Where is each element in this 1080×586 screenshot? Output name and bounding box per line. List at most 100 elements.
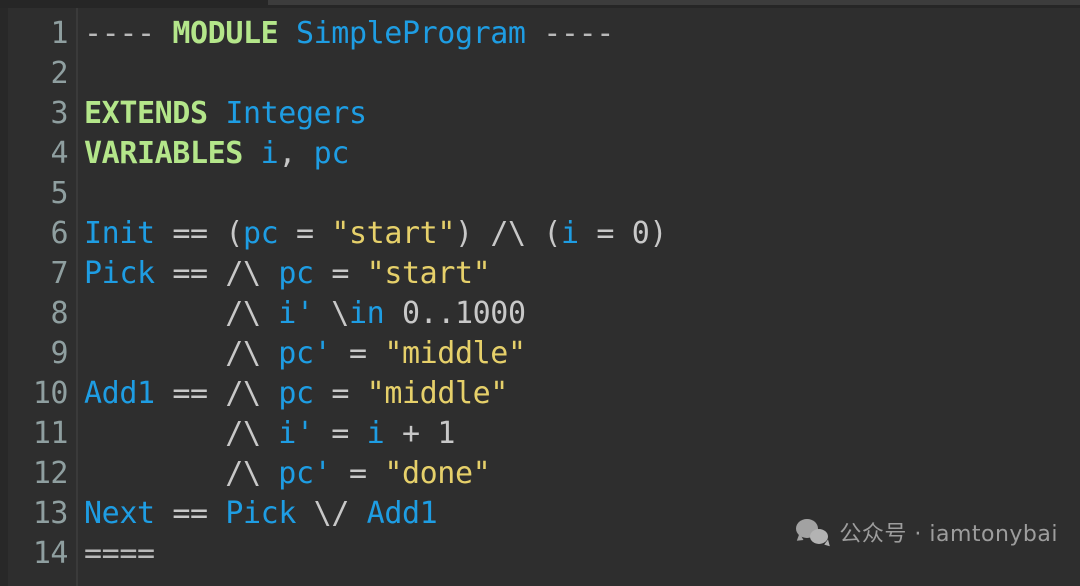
token-op: /\ bbox=[225, 376, 261, 411]
token-num: 0 bbox=[631, 216, 650, 251]
line-number: 14 bbox=[32, 536, 69, 571]
token-op: /\ bbox=[490, 216, 526, 251]
token-op: == bbox=[172, 216, 208, 251]
token-op: = bbox=[331, 416, 349, 451]
token-str: "start" bbox=[366, 256, 491, 291]
code-line[interactable]: VARIABLES i, pc bbox=[84, 134, 349, 174]
token-id: pc bbox=[243, 216, 279, 251]
token-op: ( bbox=[543, 216, 561, 251]
code-line[interactable]: /\ i' \in 0..1000 bbox=[84, 294, 526, 334]
token-op: == bbox=[172, 376, 208, 411]
window-chrome-highlight bbox=[268, 0, 1080, 5]
token-str: "start" bbox=[331, 216, 455, 251]
code-line[interactable]: EXTENDS Integers bbox=[84, 94, 367, 134]
line-number: 11 bbox=[32, 416, 69, 451]
line-number: 10 bbox=[32, 376, 69, 411]
token-id: pc bbox=[278, 256, 314, 291]
token-op: ) bbox=[454, 216, 473, 251]
token-op: /\ bbox=[225, 336, 261, 371]
token-op: = bbox=[296, 216, 314, 251]
token-op: /\ bbox=[225, 456, 261, 491]
token-op: = bbox=[331, 376, 349, 411]
token-id: Integers bbox=[225, 96, 367, 131]
token-str: "done" bbox=[384, 456, 491, 491]
code-editor: 1 2 3 4 5 6 7 8 9 10 11 12 13 14 ---- MODULE SimplePr… bbox=[0, 0, 1080, 586]
line-number: 7 bbox=[50, 256, 68, 291]
token-num: 0..1000 bbox=[401, 296, 526, 331]
code-line[interactable]: Add1 == /\ pc = "middle" bbox=[84, 374, 508, 414]
line-number: 5 bbox=[50, 176, 68, 211]
code-line[interactable]: ---- MODULE SimpleProgram ---- bbox=[84, 14, 614, 54]
token-op: = bbox=[596, 216, 615, 251]
line-number-gutter: 1 2 3 4 5 6 7 8 9 10 11 12 13 14 bbox=[8, 8, 78, 586]
code-line[interactable]: ==== bbox=[84, 534, 155, 574]
code-line[interactable]: /\ pc' = "middle" bbox=[84, 334, 526, 374]
line-number: 6 bbox=[50, 216, 68, 251]
token-id: i' bbox=[278, 296, 314, 331]
token-id: i bbox=[366, 416, 385, 451]
token-op: /\ bbox=[225, 256, 261, 291]
token-id: i bbox=[260, 136, 279, 171]
line-number: 8 bbox=[50, 296, 68, 331]
code-content-area[interactable]: ---- MODULE SimpleProgram ---- EXTENDS In… bbox=[80, 8, 1080, 586]
token-id: in bbox=[348, 296, 385, 331]
code-line[interactable]: Pick == /\ pc = "start" bbox=[84, 254, 491, 294]
token-id: Pick bbox=[225, 496, 296, 531]
token-id: i bbox=[561, 216, 579, 251]
code-line[interactable]: /\ pc' = "done" bbox=[84, 454, 490, 494]
code-line[interactable]: /\ i' = i + 1 bbox=[84, 414, 455, 454]
line-number: 13 bbox=[32, 496, 69, 531]
code-line[interactable]: Init == (pc = "start") /\ (i = 0) bbox=[84, 214, 667, 254]
token-str: "middle" bbox=[384, 336, 526, 371]
line-number: 12 bbox=[32, 456, 69, 491]
line-number: 4 bbox=[50, 136, 68, 171]
token-dash: ---- bbox=[84, 16, 155, 51]
line-number: 3 bbox=[50, 96, 68, 131]
token-kw: EXTENDS bbox=[84, 96, 208, 131]
token-kw: VARIABLES bbox=[84, 136, 243, 171]
token-id: SimpleProgram bbox=[295, 16, 526, 51]
line-number: 2 bbox=[50, 56, 68, 91]
token-op: = bbox=[348, 336, 367, 371]
token-kw: MODULE bbox=[172, 16, 279, 51]
code-line[interactable]: Next == Pick \/ Add1 bbox=[84, 494, 438, 534]
token-op: = bbox=[348, 456, 367, 491]
token-id: Pick bbox=[84, 256, 155, 291]
line-number: 1 bbox=[50, 16, 68, 51]
token-id: pc bbox=[313, 136, 350, 171]
token-id: Next bbox=[84, 496, 155, 531]
